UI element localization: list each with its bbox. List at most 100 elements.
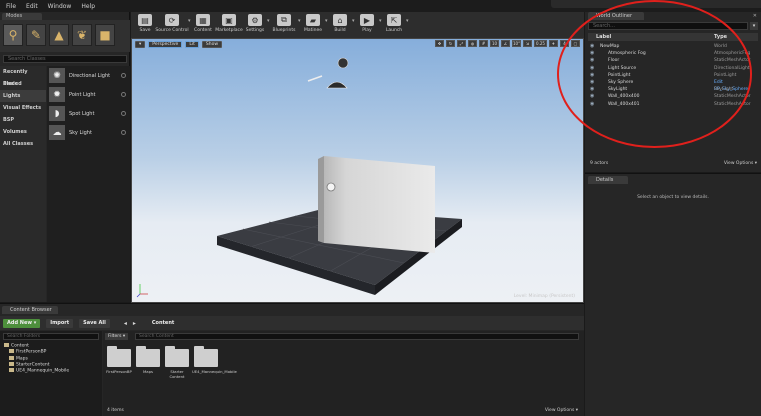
outliner-row-label: PointLight: [608, 72, 631, 78]
placeable-sky-light[interactable]: ☁ Sky Light: [47, 123, 130, 142]
menu-window[interactable]: Window: [48, 3, 72, 10]
sky-light-icon: ☁: [49, 125, 65, 140]
category-basic[interactable]: Basic: [0, 78, 46, 90]
menu-edit[interactable]: Edit: [26, 3, 38, 10]
visibility-eye-icon[interactable]: ◉: [590, 86, 594, 93]
source-control-button[interactable]: ⟳ Source Control: [155, 12, 189, 38]
place-mode-icon[interactable]: ⚲: [3, 24, 23, 46]
folder-tree-item[interactable]: StarterContent: [9, 361, 50, 368]
folder-tree-item[interactable]: Maps: [9, 355, 28, 362]
folder-tree-item[interactable]: FirstPersonBP: [9, 349, 46, 355]
asset-search-input[interactable]: Search Content: [135, 333, 579, 340]
visibility-eye-icon[interactable]: ◉: [590, 50, 594, 57]
content-path[interactable]: Content: [152, 320, 174, 326]
history-forward-icon[interactable]: ▸: [133, 320, 136, 327]
visibility-eye-icon[interactable]: ◉: [590, 101, 594, 108]
wall-mesh[interactable]: [324, 156, 435, 253]
outliner-row-type: PointLight: [714, 72, 737, 78]
outliner-row[interactable]: ◉ Atmospheric Fog AtmosphericFog: [588, 50, 758, 57]
outliner-row-label: Atmospheric Fog: [608, 51, 646, 57]
geometry-mode-icon[interactable]: ■: [95, 24, 115, 46]
placeable-directional-light[interactable]: ✺ Directional Light: [47, 66, 130, 85]
category-recently-placed[interactable]: Recently Placed: [0, 66, 46, 87]
visibility-eye-icon[interactable]: ◉: [590, 43, 594, 50]
visibility-eye-icon[interactable]: ◉: [590, 65, 594, 72]
visibility-eye-icon[interactable]: ◉: [590, 79, 594, 86]
outliner-row[interactable]: ◉ Wall_400x400 StaticMeshActor: [588, 93, 758, 100]
content-button[interactable]: ▦ Content: [192, 12, 214, 38]
folder-search-input[interactable]: Search Folders: [3, 333, 99, 340]
category-lights[interactable]: Lights: [0, 90, 46, 102]
filters-button[interactable]: Filters ▾: [105, 333, 129, 340]
lit-button[interactable]: Lit: [185, 41, 199, 48]
info-icon[interactable]: [121, 130, 126, 135]
asset-folder-tile[interactable]: Starter Content: [163, 346, 191, 379]
menu-file[interactable]: File: [6, 3, 16, 10]
folder-tree-item[interactable]: UE4_Mannequin_Mobile: [9, 368, 69, 374]
outliner-row[interactable]: ◉ Floor StaticMeshActor: [588, 57, 758, 64]
world-outliner-tab[interactable]: World Outliner: [588, 12, 644, 20]
info-icon[interactable]: [121, 92, 126, 97]
show-button[interactable]: Show: [201, 41, 223, 48]
search-options-icon[interactable]: ▾: [750, 22, 758, 30]
build-button[interactable]: ⌂ Build: [329, 12, 351, 38]
marketplace-button[interactable]: ▣ Marketplace: [215, 12, 243, 38]
settings-button[interactable]: ⚙ Settings: [244, 12, 266, 38]
category-bsp[interactable]: BSP: [0, 114, 46, 126]
asset-folder-tile[interactable]: UE4_Mannequin_Mobile: [192, 346, 237, 375]
mode-icons: ⚲ ✎ ▲ ❦ ■: [0, 20, 130, 52]
import-button[interactable]: Import: [46, 318, 74, 328]
modes-search-input[interactable]: Search Classes: [3, 55, 127, 63]
launch-icon: ⇱: [387, 14, 401, 26]
outliner-row[interactable]: ◉ NewMap World: [588, 43, 758, 50]
folder-icon: [194, 346, 218, 367]
viewport-options-button[interactable]: ▾: [135, 41, 146, 48]
perspective-button[interactable]: Perspective: [148, 41, 183, 48]
placeable-point-light[interactable]: ✹ Point Light: [47, 85, 130, 104]
type-column-header[interactable]: Type: [714, 33, 727, 41]
outliner-row[interactable]: ◉ PointLight PointLight: [588, 72, 758, 79]
paint-mode-icon[interactable]: ✎: [26, 24, 46, 46]
play-button[interactable]: ▶ Play: [356, 12, 378, 38]
asset-view-options[interactable]: View Options ▾: [545, 408, 578, 413]
outliner-row[interactable]: ◉ Light Source DirectionalLight: [588, 65, 758, 72]
outliner-row[interactable]: ◉ SkyLight SkyLight: [588, 86, 758, 93]
add-new-button[interactable]: Add New ▾: [3, 318, 41, 328]
visibility-eye-icon[interactable]: ◉: [590, 93, 594, 100]
category-list: Recently Placed Basic Lights Visual Effe…: [0, 66, 46, 302]
outliner-search-input[interactable]: Search...: [588, 22, 748, 30]
close-icon[interactable]: ✕: [753, 13, 757, 19]
modes-tab[interactable]: Modes: [2, 13, 42, 20]
matinee-button[interactable]: ▰ Matinee: [302, 12, 324, 38]
visibility-eye-icon[interactable]: ◉: [590, 57, 594, 64]
folder-tree-item[interactable]: Content: [4, 343, 29, 349]
content-browser-tab[interactable]: Content Browser: [2, 306, 58, 314]
menu-help[interactable]: Help: [81, 3, 95, 10]
info-icon[interactable]: [121, 111, 126, 116]
level-viewport[interactable]: ▾ Perspective Lit Show ✥ ↻ ⤢ ◍ # 10 ∠ 10…: [131, 38, 584, 303]
outliner-row[interactable]: ◉ Wall_400x401 StaticMeshActor: [588, 101, 758, 108]
category-visual-effects[interactable]: Visual Effects: [0, 102, 46, 114]
directional-light-sprite[interactable]: [337, 57, 349, 69]
visibility-eye-icon[interactable]: ◉: [590, 72, 594, 79]
save-button[interactable]: ▤ Save: [134, 12, 156, 38]
details-tab[interactable]: Details: [588, 176, 628, 184]
foliage-mode-icon[interactable]: ❦: [72, 24, 92, 46]
category-volumes[interactable]: Volumes: [0, 126, 46, 138]
outliner-view-options[interactable]: View Options ▾: [724, 161, 757, 166]
history-back-icon[interactable]: ◂: [124, 320, 127, 327]
save-all-button[interactable]: Save All: [79, 318, 110, 328]
category-all-classes[interactable]: All Classes: [0, 138, 46, 150]
point-light-sprite[interactable]: [326, 182, 336, 192]
blueprints-button[interactable]: ⧉ Blueprints: [271, 12, 297, 38]
asset-folder-tile[interactable]: Maps: [134, 346, 162, 375]
asset-folder-tile[interactable]: FirstPersonBP: [105, 346, 133, 375]
launch-button[interactable]: ⇱ Launch: [383, 12, 405, 38]
label-column-header[interactable]: Label: [596, 33, 611, 41]
launch-dropdown[interactable]: ▾: [406, 12, 410, 38]
folder-icon: [9, 361, 14, 366]
info-icon[interactable]: [121, 73, 126, 78]
placeable-spot-light[interactable]: ◗ Spot Light: [47, 104, 130, 123]
landscape-mode-icon[interactable]: ▲: [49, 24, 69, 46]
outliner-row[interactable]: ◉ Sky Sphere Edit BP_Sky_Sphere: [588, 79, 758, 92]
